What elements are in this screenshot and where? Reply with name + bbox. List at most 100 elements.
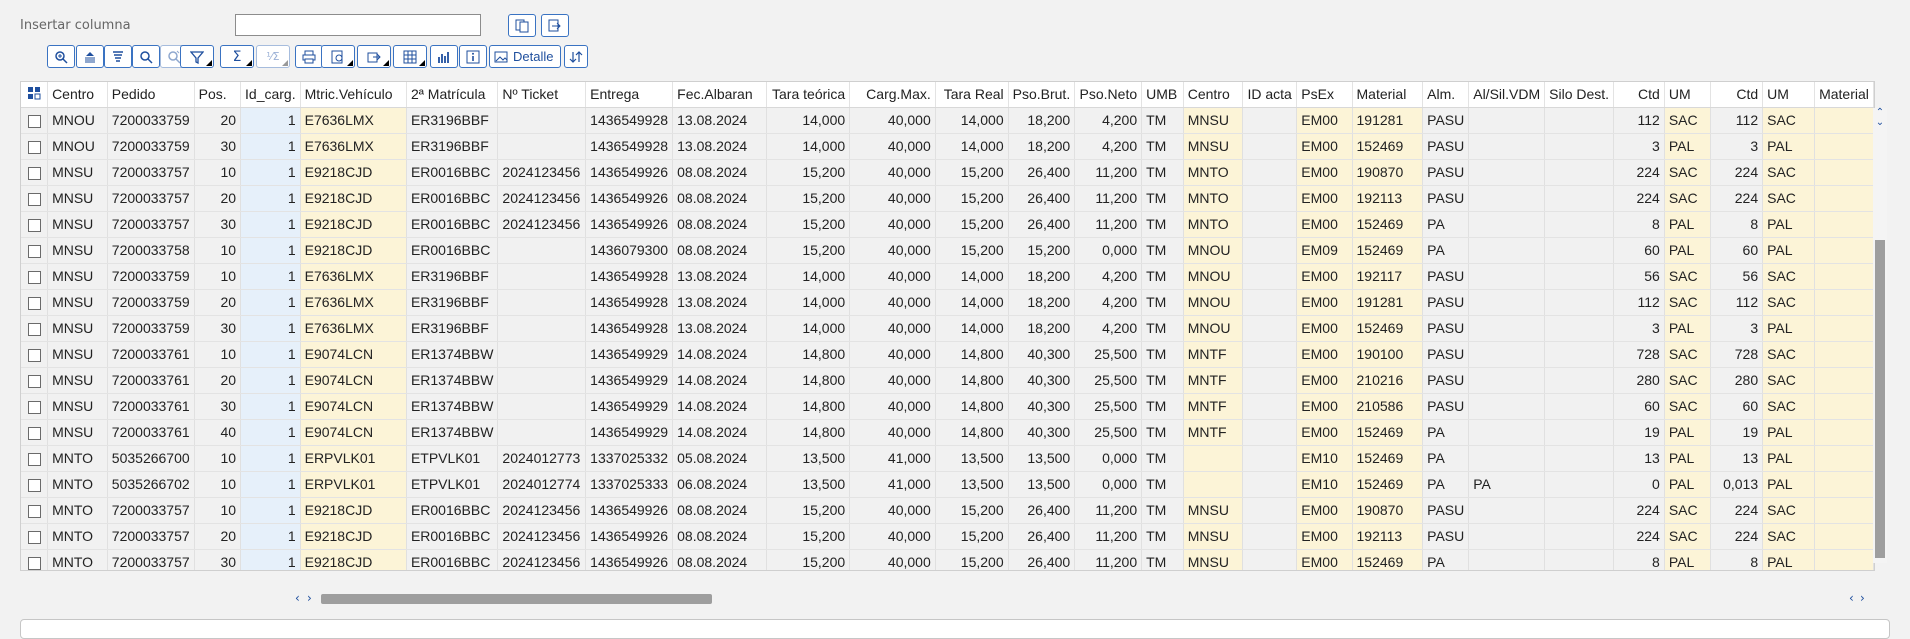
table-cell[interactable] — [1242, 107, 1298, 134]
column-header[interactable]: Ctd — [1613, 82, 1665, 108]
table-row[interactable]: MNSU 7200033758 10 1 E9218CJD ER0016BBC 143607… — [21, 237, 1874, 264]
table-cell[interactable]: 18,200 — [1008, 289, 1076, 316]
table-cell[interactable]: E9218CJD — [300, 497, 407, 524]
column-header[interactable]: Centro — [47, 82, 108, 108]
table-cell[interactable]: MNSU — [47, 237, 108, 264]
table-cell[interactable] — [1468, 523, 1546, 550]
table-cell[interactable]: E9074LCN — [300, 419, 407, 446]
table-cell[interactable]: PASU — [1422, 341, 1470, 368]
chart-button[interactable] — [430, 45, 458, 68]
table-cell[interactable]: 1337025332 — [585, 445, 674, 472]
table-cell[interactable]: 7200033759 — [107, 263, 195, 290]
detail-button[interactable]: Detalle — [489, 45, 561, 68]
table-cell[interactable]: 13 — [1613, 445, 1665, 472]
table-cell[interactable]: 7200033757 — [107, 185, 195, 212]
table-cell[interactable]: 112 — [1710, 289, 1764, 316]
table-cell[interactable] — [1183, 445, 1244, 472]
table-cell[interactable]: 152469 — [1352, 237, 1424, 264]
table-cell[interactable]: ER1374BBW — [406, 367, 499, 394]
table-cell[interactable]: TM — [1141, 159, 1184, 186]
table-cell[interactable]: MNOU — [1183, 289, 1244, 316]
table-cell[interactable]: 2024123456 — [497, 497, 587, 524]
table-cell[interactable]: 1436549928 — [585, 133, 674, 160]
table-cell[interactable]: 1436549926 — [585, 159, 674, 186]
table-cell[interactable]: E9218CJD — [300, 185, 407, 212]
table-cell[interactable]: ER1374BBW — [406, 419, 499, 446]
table-cell[interactable] — [1544, 393, 1615, 420]
table-cell[interactable]: 14,000 — [935, 315, 1009, 342]
table-cell[interactable]: 15,200 — [935, 159, 1009, 186]
table-cell[interactable]: 210216 — [1352, 367, 1424, 394]
table-cell[interactable]: 08.08.2024 — [672, 237, 768, 264]
table-cell[interactable] — [497, 419, 587, 446]
table-cell[interactable] — [1468, 133, 1546, 160]
table-cell[interactable]: 56 — [1613, 263, 1665, 290]
scroll-right-end-icon[interactable]: › — [1860, 591, 1865, 605]
table-cell[interactable]: 1 — [240, 341, 301, 368]
table-cell[interactable]: 20 — [194, 367, 242, 394]
select-all-icon[interactable] — [21, 82, 49, 108]
table-cell[interactable]: 20 — [194, 289, 242, 316]
column-header[interactable]: Material — [1814, 82, 1874, 108]
column-header[interactable]: Nº Ticket — [497, 82, 587, 108]
table-cell[interactable] — [1242, 289, 1298, 316]
table-cell[interactable]: TM — [1141, 341, 1184, 368]
table-cell[interactable]: 5035266702 — [107, 471, 195, 498]
table-cell[interactable]: 13.08.2024 — [672, 107, 768, 134]
table-cell[interactable]: 40,000 — [849, 315, 936, 342]
table-cell[interactable]: TM — [1141, 185, 1184, 212]
table-cell[interactable]: 13,500 — [766, 445, 851, 472]
find-button[interactable] — [132, 45, 160, 68]
table-cell[interactable]: 14,000 — [766, 107, 851, 134]
row-select-checkbox[interactable] — [21, 393, 49, 420]
table-row[interactable]: MNSU 7200033761 40 1 E9074LCN ER1374BBW 143654… — [21, 419, 1874, 446]
column-header[interactable]: Centro — [1183, 82, 1244, 108]
table-cell[interactable]: MNSU — [1183, 497, 1244, 524]
table-cell[interactable]: 40,000 — [849, 133, 936, 160]
table-row[interactable]: MNSU 7200033757 20 1 E9218CJD ER0016BBC 202412… — [21, 185, 1874, 212]
table-cell[interactable]: EM00 — [1296, 211, 1353, 238]
column-header[interactable]: Tara Real — [935, 82, 1009, 108]
table-cell[interactable]: 224 — [1613, 523, 1665, 550]
row-select-checkbox[interactable] — [21, 263, 49, 290]
table-cell[interactable]: 20 — [194, 185, 242, 212]
print-preview-button[interactable] — [321, 45, 355, 68]
table-cell[interactable]: SAC — [1664, 497, 1711, 524]
table-cell[interactable]: 7200033757 — [107, 549, 195, 570]
table-cell[interactable]: EM00 — [1296, 497, 1353, 524]
row-select-checkbox[interactable] — [21, 471, 49, 498]
table-cell[interactable]: 7200033761 — [107, 367, 195, 394]
table-cell[interactable] — [1242, 523, 1298, 550]
table-cell[interactable]: 11,200 — [1074, 185, 1143, 212]
scroll-left-icon[interactable]: ‹ — [295, 591, 300, 605]
table-cell[interactable]: 0 — [1613, 471, 1665, 498]
table-cell[interactable] — [1544, 549, 1615, 570]
table-cell[interactable]: PASU — [1422, 393, 1470, 420]
table-cell[interactable]: 13 — [1710, 445, 1764, 472]
table-cell[interactable]: ER0016BBC — [406, 185, 499, 212]
table-cell[interactable]: 15,200 — [766, 549, 851, 570]
table-cell[interactable]: 25,500 — [1074, 341, 1143, 368]
table-cell[interactable] — [497, 341, 587, 368]
table-cell[interactable]: E7636LMX — [300, 133, 407, 160]
table-cell[interactable]: 1436549928 — [585, 263, 674, 290]
table-cell[interactable]: 1 — [240, 367, 301, 394]
table-cell[interactable]: 10 — [194, 445, 242, 472]
table-cell[interactable] — [1183, 471, 1244, 498]
table-cell[interactable]: SAC — [1762, 341, 1816, 368]
table-cell[interactable]: 08.08.2024 — [672, 185, 768, 212]
table-cell[interactable]: 13.08.2024 — [672, 315, 768, 342]
table-cell[interactable] — [1242, 237, 1298, 264]
table-cell[interactable] — [1814, 471, 1874, 498]
table-cell[interactable]: 41,000 — [849, 471, 936, 498]
table-cell[interactable]: MNTO — [1183, 185, 1244, 212]
table-cell[interactable]: 112 — [1710, 107, 1764, 134]
column-header[interactable]: UMB — [1141, 82, 1184, 108]
table-cell[interactable]: 191281 — [1352, 289, 1424, 316]
table-cell[interactable]: 41,000 — [849, 445, 936, 472]
table-cell[interactable]: 4,200 — [1074, 315, 1143, 342]
table-cell[interactable]: PA — [1422, 419, 1470, 446]
table-cell[interactable]: ER0016BBC — [406, 523, 499, 550]
column-header[interactable]: ID acta — [1242, 82, 1298, 108]
table-cell[interactable] — [1468, 159, 1546, 186]
